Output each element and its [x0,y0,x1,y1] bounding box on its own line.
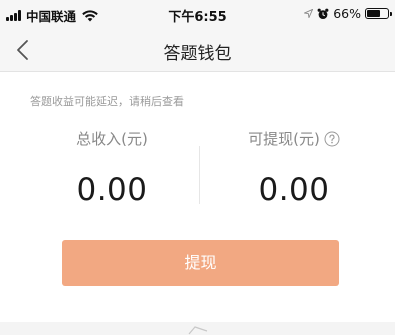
withdrawable-section: 可提现(元) 0.00 [214,128,374,208]
status-bar: 中国联通 下午6:55 66% [0,0,395,28]
withdrawable-label: 可提现(元) [214,128,374,150]
battery-percent: 66% [333,6,361,21]
withdraw-button[interactable]: 提现 [62,240,339,286]
column-divider [199,146,200,204]
question-circle-icon[interactable] [324,131,340,147]
wallet-page: 中国联通 下午6:55 66% 答题钱包 答题收益可能延迟，请稍后查看 总收入(… [0,0,395,335]
total-income-section: 总收入(元) 0.00 [32,128,192,208]
status-right: 66% [304,6,392,21]
withdrawable-value: 0.00 [258,172,330,208]
balance-panel: 总收入(元) 0.00 可提现(元) 0.00 [0,128,395,228]
total-income-value: 0.00 [76,172,148,208]
total-income-label: 总收入(元) [76,130,148,148]
battery-icon [365,8,392,19]
empty-state-icon [188,326,208,335]
delay-notice: 答题收益可能延迟，请稍后查看 [30,95,184,108]
alarm-clock-icon [317,8,329,19]
page-title: 答题钱包 [163,44,232,64]
nav-bar: 答题钱包 [0,28,395,72]
location-arrow-icon [304,9,314,18]
battery-fill [367,10,380,17]
